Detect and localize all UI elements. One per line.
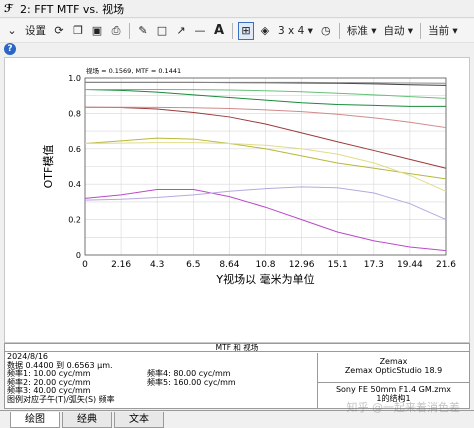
title-bar: ℱ 2: FFT MTF vs. 视场 [0,0,474,18]
watermark: 知乎 @一起来着消色差 [346,401,461,414]
rectangle-icon[interactable]: □ [154,22,170,40]
info-title: MTF 和 视场 [5,344,469,352]
y-tick-label: 0.6 [68,145,81,154]
x-tick-label: 4.3 [150,260,164,270]
y-tick-label: 0 [76,251,81,260]
x-tick-label: 0 [82,260,88,270]
toolbar: ⌄ 设置 ⟳ ❐ ▣ ⎙ ✎ □ ↗ — A ⊞ ◈ 3 x 4 ▾ ◷ 标准 … [0,19,474,43]
x-tick-label: 19.44 [397,260,423,270]
x-axis-label: Y视场以 毫米为单位 [215,272,314,286]
window-title: 2: FFT MTF vs. 视场 [20,2,125,16]
info-freq5: 频率5: 160.00 cyc/mm [147,377,236,387]
layout-value: 3 x 4 [278,24,305,37]
tab-text[interactable]: 文本 [114,412,164,428]
y-tick-label: 0.8 [68,109,81,118]
toolbar-separator [338,22,340,39]
toolbar-separator [232,22,233,39]
info-left: 2024/8/16 数据 0.4400 到 0.6563 μm. 频率1: 10… [7,352,317,405]
x-tick-label: 2.16 [111,260,131,270]
pencil-icon[interactable]: ✎ [135,22,151,40]
info-vendor-block: Zemax Zemax OpticStudio 18.9 [318,353,469,383]
auto-dropdown[interactable]: 自动 ▾ [381,22,415,40]
x-tick-label: 12.96 [289,260,315,270]
grid-layout-icon[interactable]: ⊞ [238,21,254,40]
x-tick-label: 6.5 [186,260,200,270]
info-vendor: Zemax [379,357,408,366]
y-tick-label: 0.4 [68,180,81,189]
current-value: 当前 [428,25,450,37]
standard-dropdown[interactable]: 标准 ▾ [345,22,379,40]
tab-plot[interactable]: 绘图 [10,412,60,428]
auto-value: 自动 [383,25,405,37]
x-tick-label: 8.64 [219,260,239,270]
standard-value: 标准 [346,25,368,37]
collapse-chevron-icon[interactable]: ⌄ [4,22,20,40]
clock-icon[interactable]: ◷ [318,22,334,40]
layers-icon[interactable]: ◈ [257,22,273,40]
y-tick-label: 1.0 [68,74,81,83]
toolbar-separator [420,22,422,39]
line-icon[interactable]: — [192,22,208,40]
copy-icon[interactable]: ❐ [70,22,86,40]
zemax-window-icon: ℱ [4,1,13,15]
save-icon[interactable]: ▣ [89,22,105,40]
plot-area: 0 2.16 4.3 6.5 8.64 10.8 12.96 15.1 17.3 19.44 21.… [4,57,470,385]
info-legend-note: 图例对应子午(T)/弧矢(S) 频率 [7,394,115,404]
x-tick-label: 15.1 [328,260,348,270]
current-dropdown[interactable]: 当前 ▾ [426,22,460,40]
y-axis-label: OTF模值 [42,145,55,189]
layout-dropdown[interactable]: 3 x 4 ▾ [276,22,315,40]
print-icon[interactable]: ⎙ [108,22,124,40]
tab-classic[interactable]: 经典 [62,412,112,428]
settings-button[interactable]: 设置 [23,22,48,40]
refresh-icon[interactable]: ⟳ [51,22,67,40]
info-file: Sony FE 50mm F1.4 GM.zmx [335,385,452,394]
mtf-chart: 0 2.16 4.3 6.5 8.64 10.8 12.96 15.1 17.3 19.44 21.… [42,66,456,286]
help-row: ? [0,43,474,57]
x-tick-label: 21.6 [436,260,456,270]
y-tick-label: 0.2 [68,216,81,225]
x-tick-label: 17.3 [364,260,384,270]
text-icon[interactable]: A [211,22,227,40]
help-icon[interactable]: ? [4,43,16,55]
toolbar-separator [129,22,130,39]
arrow-icon[interactable]: ↗ [173,22,189,40]
chart-annotation: 视场 = 0.1569, MTF = 0.1441 [86,66,181,75]
x-tick-label: 10.8 [255,260,275,270]
info-product: Zemax OpticStudio 18.9 [344,366,443,375]
